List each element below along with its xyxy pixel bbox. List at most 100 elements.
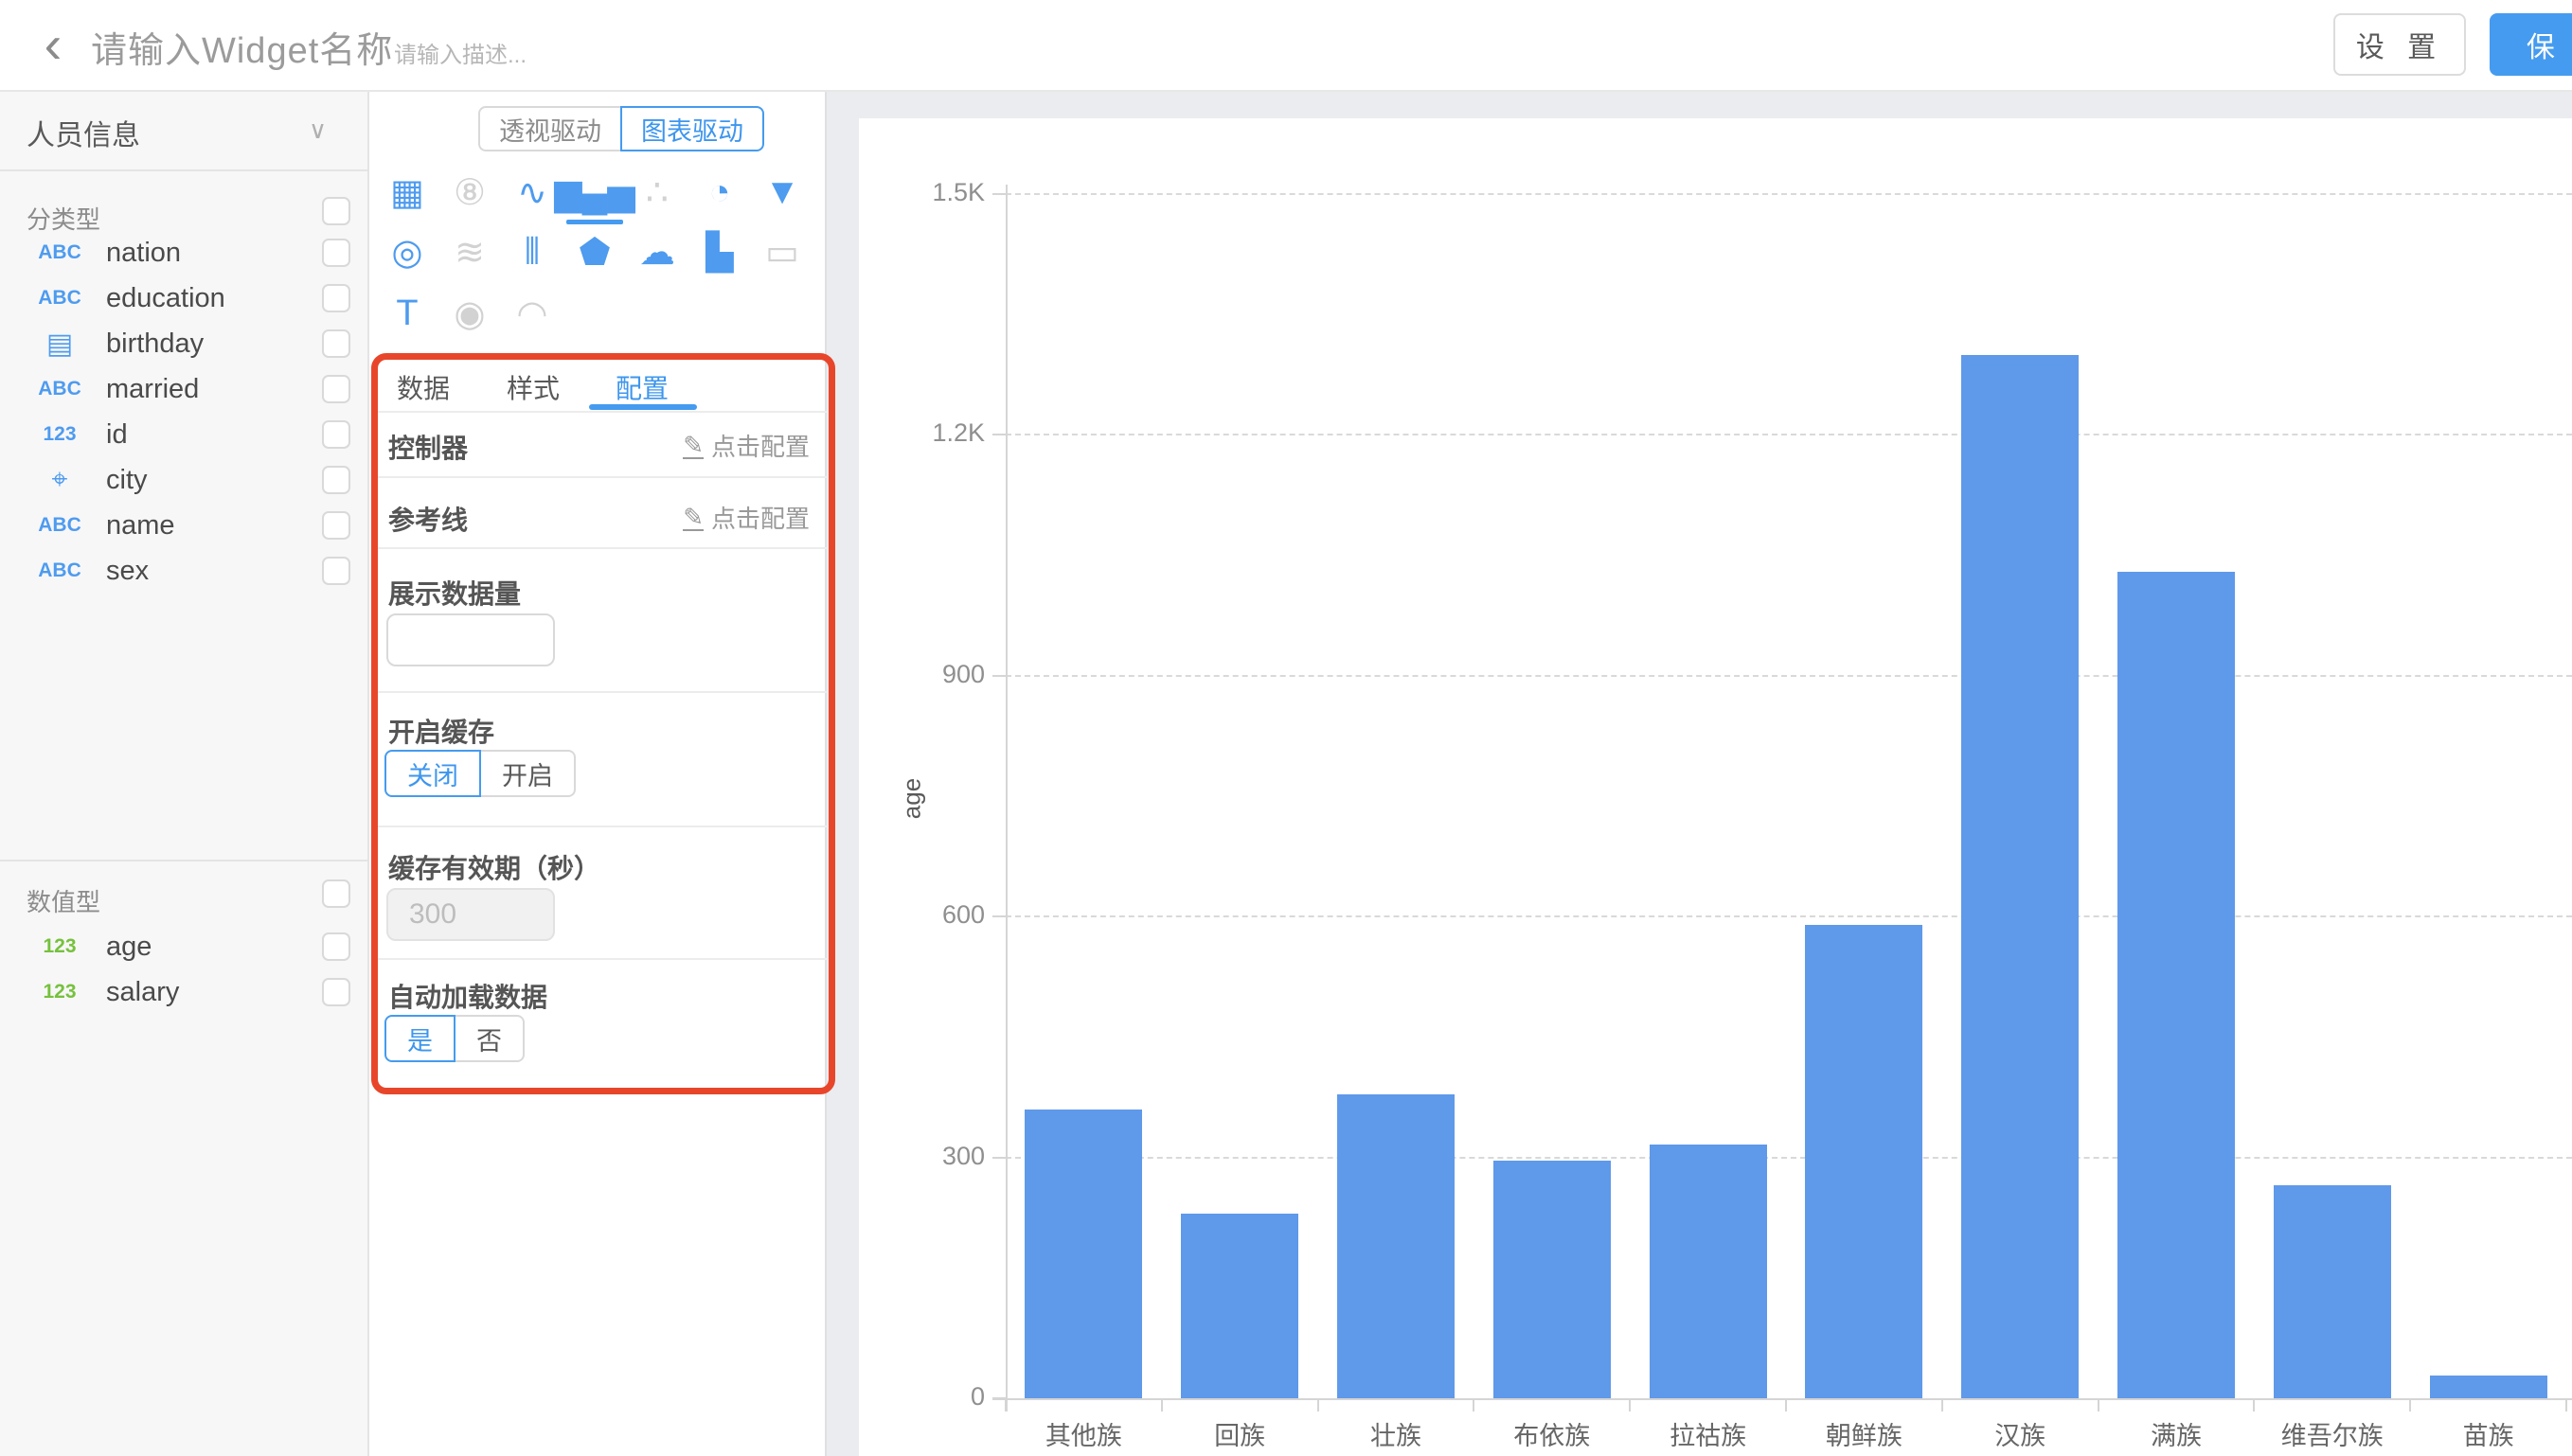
chevron-down-icon[interactable]: ∨ (309, 115, 327, 145)
section-label-numeric: 数值型 (27, 883, 100, 918)
field-row-id[interactable]: 123id (0, 412, 367, 457)
cache-toggle-label: 开启缓存 (388, 712, 494, 750)
x-tick-mark (1161, 1398, 1163, 1412)
display-count-input[interactable] (386, 613, 555, 666)
x-tick-label: 回族 (1162, 1415, 1318, 1452)
field-checkbox[interactable] (322, 466, 350, 494)
bar-朝鲜族 (1805, 925, 1922, 1398)
field-checkbox[interactable] (322, 329, 350, 358)
mode-option-chart[interactable]: 图表驱动 (620, 106, 764, 151)
bar-满族 (2117, 572, 2235, 1398)
sankey-chart-type-icon[interactable]: ≋ (443, 225, 496, 278)
field-checkbox[interactable] (322, 239, 350, 267)
bar-苗族 (2430, 1376, 2547, 1398)
score-card-chart-type-icon[interactable]: ⑧ (443, 166, 496, 219)
field-label: married (106, 366, 199, 412)
x-tick-mark (1629, 1398, 1631, 1412)
dataset-name: 人员信息 (27, 112, 140, 153)
back-button[interactable]: ‹ (27, 15, 80, 72)
widget-name-input[interactable]: 请输入Widget名称 (91, 21, 393, 73)
tab-样式[interactable]: 样式 (481, 367, 585, 407)
funnel-chart-type-icon[interactable]: ▼ (756, 166, 809, 219)
field-row-married[interactable]: ABCmarried (0, 366, 367, 412)
x-tick-label: 拉祜族 (1630, 1415, 1786, 1452)
field-row-age[interactable]: 123age (0, 924, 367, 969)
auto-load-option-否[interactable]: 否 (455, 1015, 525, 1062)
field-row-nation[interactable]: ABCnation (0, 230, 367, 275)
x-tick-label: 苗族 (2410, 1415, 2566, 1452)
cache-ttl-input[interactable]: 300 (386, 888, 555, 941)
edit-icon: ✎ (683, 433, 704, 459)
cache-ttl-label: 缓存有效期（秒） (388, 848, 600, 886)
field-checkbox[interactable] (322, 557, 350, 585)
parallel-chart-type-icon[interactable]: ⫴ (506, 225, 559, 278)
x-tick-label: 壮族 (1318, 1415, 1474, 1452)
bar-维吾尔族 (2274, 1185, 2391, 1398)
bar-拉祜族 (1650, 1145, 1767, 1398)
controller-configure-link[interactable]: ✎点击配置 (663, 428, 810, 463)
widget-description-input[interactable]: 请输入描述... (394, 36, 527, 69)
field-row-education[interactable]: ABCeducation (0, 275, 367, 321)
x-axis-line (992, 1398, 2572, 1400)
calendar-icon: ▤ (28, 321, 91, 366)
bar-chart-chart-type-icon[interactable]: ▆▄▅ (568, 166, 621, 219)
mode-option-pivot[interactable]: 透视驱动 (478, 106, 620, 151)
y-tick-label: 600 (852, 900, 985, 930)
x-tick-label: 汉族 (1942, 1415, 2099, 1452)
gridline-300 (1006, 1157, 2572, 1159)
y-tick-mark (992, 434, 1006, 435)
edit-icon: ✎ (683, 505, 704, 531)
x-tick-label: 布依族 (1474, 1415, 1630, 1452)
field-checkbox[interactable] (322, 978, 350, 1006)
speedometer-chart-type-icon[interactable]: ◠ (506, 287, 559, 340)
y-tick-mark (992, 193, 1006, 195)
field-checkbox[interactable] (322, 284, 350, 312)
config-divider (371, 826, 827, 827)
x-tick-mark (1941, 1398, 1943, 1412)
x-tick-mark (1473, 1398, 1474, 1412)
scatter-chart-type-icon[interactable]: ∴ (631, 166, 684, 219)
section-checkbox[interactable] (322, 197, 350, 225)
save-button[interactable]: 保 存 (2490, 13, 2572, 76)
word-cloud-chart-type-icon[interactable]: ☁ (631, 225, 684, 278)
waterfall-chart-type-icon[interactable]: ▙ (693, 225, 746, 278)
y-tick-mark (992, 675, 1006, 677)
tab-配置[interactable]: 配置 (590, 367, 694, 407)
cache-option-关闭[interactable]: 关闭 (384, 750, 481, 797)
section-checkbox[interactable] (322, 879, 350, 908)
field-row-salary[interactable]: 123salary (0, 969, 367, 1015)
tab-数据[interactable]: 数据 (371, 367, 475, 407)
number-type-icon: 123 (28, 412, 91, 457)
reference-line-configure-link[interactable]: ✎点击配置 (663, 500, 810, 535)
field-row-sex[interactable]: ABCsex (0, 548, 367, 594)
field-label: salary (106, 969, 179, 1015)
radar-chart-type-icon[interactable]: ◎ (381, 225, 434, 278)
number-type-icon: 123 (28, 924, 91, 969)
rich-text-chart-type-icon[interactable]: T (381, 287, 434, 340)
display-count-label: 展示数据量 (388, 574, 521, 612)
section-divider (0, 860, 367, 861)
field-checkbox[interactable] (322, 420, 350, 449)
cache-option-开启[interactable]: 开启 (481, 750, 576, 797)
line-chart-chart-type-icon[interactable]: ∿ (506, 166, 559, 219)
field-checkbox[interactable] (322, 375, 350, 403)
config-divider (371, 547, 827, 549)
auto-load-toggle: 是否 (384, 1015, 525, 1062)
field-row-name[interactable]: ABCname (0, 503, 367, 548)
field-row-city[interactable]: ⌖city (0, 457, 367, 503)
pie-chart-chart-type-icon[interactable]: ◔ (693, 166, 746, 219)
field-row-birthday[interactable]: ▤birthday (0, 321, 367, 366)
gridline-900 (1006, 675, 2572, 677)
field-checkbox[interactable] (322, 932, 350, 961)
auto-load-option-是[interactable]: 是 (384, 1015, 455, 1062)
iframe-chart-type-icon[interactable]: ▭ (756, 225, 809, 278)
text-type-icon: ABC (28, 503, 91, 548)
gauge-chart-type-icon[interactable]: ◉ (443, 287, 496, 340)
bar-其他族 (1025, 1110, 1142, 1398)
field-checkbox[interactable] (322, 511, 350, 540)
china-map-chart-type-icon[interactable]: ⬟ (568, 225, 621, 278)
table-chart-type-icon[interactable]: ▦ (381, 166, 434, 219)
bar-壮族 (1337, 1094, 1455, 1398)
settings-button[interactable]: 设 置 (2333, 13, 2466, 76)
field-label: nation (106, 230, 181, 275)
